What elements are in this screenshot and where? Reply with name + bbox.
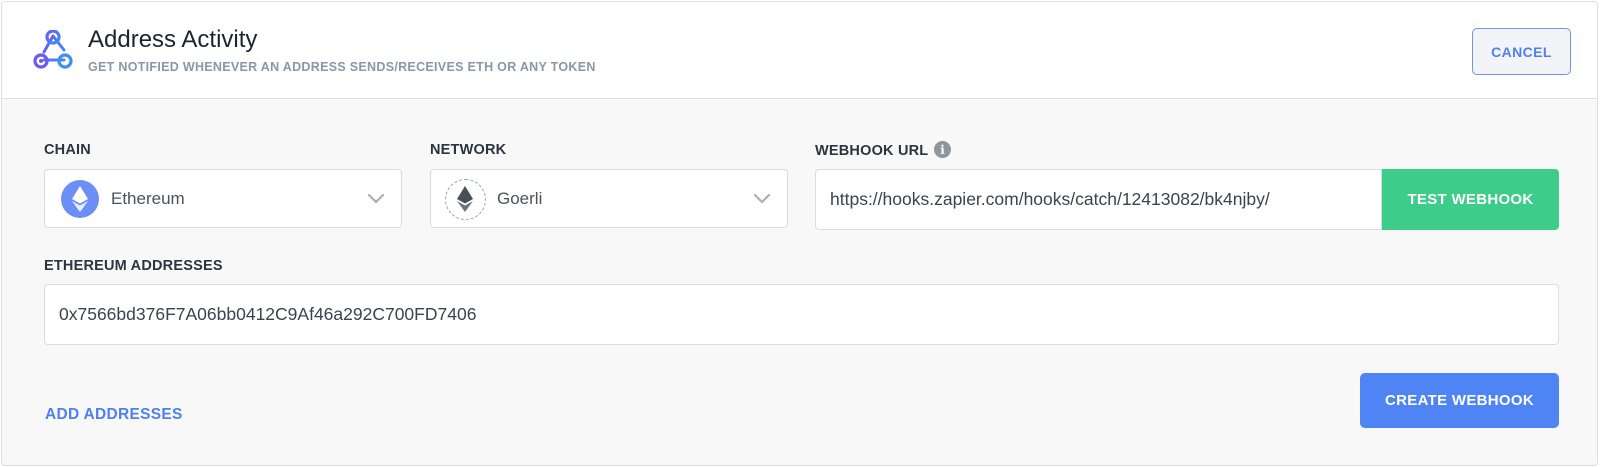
webhook-icon bbox=[33, 30, 73, 69]
chain-value: Ethereum bbox=[111, 189, 185, 208]
webhook-url-input[interactable]: https://hooks.zapier.com/hooks/catch/124… bbox=[815, 169, 1382, 230]
page-title: Address Activity bbox=[88, 26, 258, 53]
create-webhook-button[interactable]: CREATE WEBHOOK bbox=[1360, 373, 1559, 428]
network-value: Goerli bbox=[497, 189, 543, 208]
add-addresses-link[interactable]: ADD ADDRESSES bbox=[45, 406, 183, 424]
ethereum-icon bbox=[445, 179, 486, 220]
page-subtitle: GET NOTIFIED WHENEVER AN ADDRESS SENDS/R… bbox=[88, 60, 596, 74]
chevron-down-icon bbox=[367, 193, 385, 204]
ethereum-icon bbox=[61, 180, 99, 218]
ethereum-addresses-label: ETHEREUM ADDRESSES bbox=[44, 258, 223, 274]
chain-label: CHAIN bbox=[44, 142, 91, 158]
network-select[interactable]: Goerli bbox=[430, 169, 788, 228]
create-webhook-panel: Address Activity GET NOTIFIED WHENEVER A… bbox=[1, 1, 1598, 466]
info-icon[interactable]: i bbox=[934, 141, 951, 158]
ethereum-addresses-input[interactable]: 0x7566bd376F7A06bb0412C9Af46a292C700FD74… bbox=[44, 284, 1559, 345]
test-webhook-button[interactable]: TEST WEBHOOK bbox=[1382, 169, 1559, 230]
chevron-down-icon bbox=[753, 193, 771, 204]
chain-select[interactable]: Ethereum bbox=[44, 169, 402, 228]
panel-header: Address Activity GET NOTIFIED WHENEVER A… bbox=[2, 2, 1597, 99]
webhook-url-label: WEBHOOK URL bbox=[815, 143, 929, 159]
cancel-button[interactable]: CANCEL bbox=[1472, 28, 1571, 75]
network-label: NETWORK bbox=[430, 142, 507, 158]
